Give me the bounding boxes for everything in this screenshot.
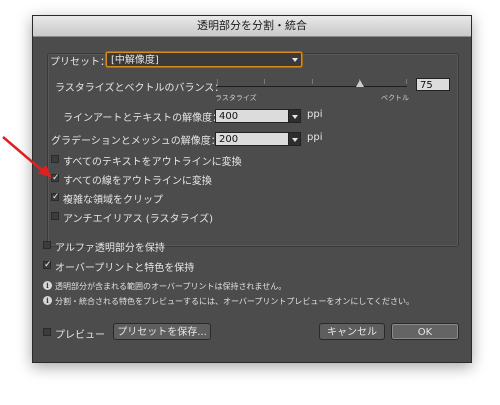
slider-tick bbox=[264, 79, 265, 84]
convert-strokes-outlines-label: すべての線をアウトラインに変換 bbox=[63, 176, 212, 187]
clip-complex-regions-label: 複雑な領域をクリップ bbox=[63, 195, 163, 206]
convert-text-outlines-label: すべてのテキストをアウトラインに変換 bbox=[63, 157, 242, 168]
slider-tick bbox=[217, 79, 218, 84]
annotation-arrow-icon bbox=[2, 136, 52, 178]
line-text-resolution-unit: ppi bbox=[307, 109, 323, 120]
line-text-resolution-label: ラインアートとテキストの解像度： bbox=[63, 113, 223, 124]
info-icon: i bbox=[43, 296, 52, 305]
cancel-button[interactable]: キャンセル bbox=[319, 323, 385, 340]
preview-label: プレビュー bbox=[55, 330, 105, 341]
anti-alias-checkbox[interactable] bbox=[51, 212, 59, 220]
note-spot-preview: 分割・統合される特色をプレビューするには、オーバープリントプレビューをオンにして… bbox=[55, 297, 414, 306]
gradient-mesh-resolution-combo[interactable]: 200 bbox=[215, 132, 301, 146]
chevron-down-icon[interactable] bbox=[288, 109, 301, 123]
balance-label: ラスタライズとベクトルのバランス： bbox=[55, 83, 225, 94]
chevron-down-icon[interactable] bbox=[288, 132, 301, 146]
preserve-alpha-label: アルファ透明部分を保持 bbox=[55, 243, 165, 254]
preset-select[interactable]: [中解像度] bbox=[106, 52, 302, 67]
chevron-down-icon bbox=[292, 58, 298, 62]
slider-tick bbox=[406, 79, 407, 84]
preset-value: [中解像度] bbox=[111, 55, 159, 66]
preview-checkbox[interactable] bbox=[43, 328, 51, 336]
save-preset-button[interactable]: プリセットを保存... bbox=[113, 323, 211, 340]
clip-complex-regions-checkbox[interactable]: ✓ bbox=[51, 193, 60, 202]
anti-alias-label: アンチエイリアス (ラスタライズ) bbox=[63, 214, 214, 225]
note-overprint: 透明部分が含まれる範囲のオーバープリントは保持されません。 bbox=[55, 282, 287, 291]
balance-slider-thumb[interactable] bbox=[355, 80, 364, 87]
info-icon: i bbox=[43, 281, 52, 290]
preserve-overprint-label: オーバープリントと特色を保持 bbox=[55, 263, 195, 274]
preserve-alpha-checkbox[interactable] bbox=[43, 241, 51, 249]
ok-button[interactable]: OK bbox=[391, 323, 459, 340]
flatten-transparency-dialog: 透明部分を分割・統合 プリセット： [中解像度] ラスタライズとベクトルのバラン… bbox=[32, 15, 472, 363]
vector-caption: ベクトル bbox=[381, 94, 409, 102]
line-text-resolution-combo[interactable]: 400 bbox=[215, 109, 301, 123]
line-text-resolution-value: 400 bbox=[219, 111, 239, 122]
preset-label: プリセット： bbox=[50, 57, 110, 68]
preserve-overprint-checkbox[interactable]: ✓ bbox=[43, 261, 52, 270]
raster-caption: ラスタライズ bbox=[215, 94, 257, 102]
gradient-mesh-resolution-value: 200 bbox=[219, 134, 239, 145]
balance-value-field[interactable]: 75 bbox=[416, 78, 450, 91]
balance-slider-track[interactable] bbox=[217, 86, 407, 87]
gradient-mesh-resolution-unit: ppi bbox=[307, 132, 323, 143]
slider-tick bbox=[312, 79, 313, 84]
dialog-title: 透明部分を分割・統合 bbox=[33, 16, 471, 37]
gradient-mesh-resolution-label: グラデーションとメッシュの解像度： bbox=[51, 136, 221, 147]
